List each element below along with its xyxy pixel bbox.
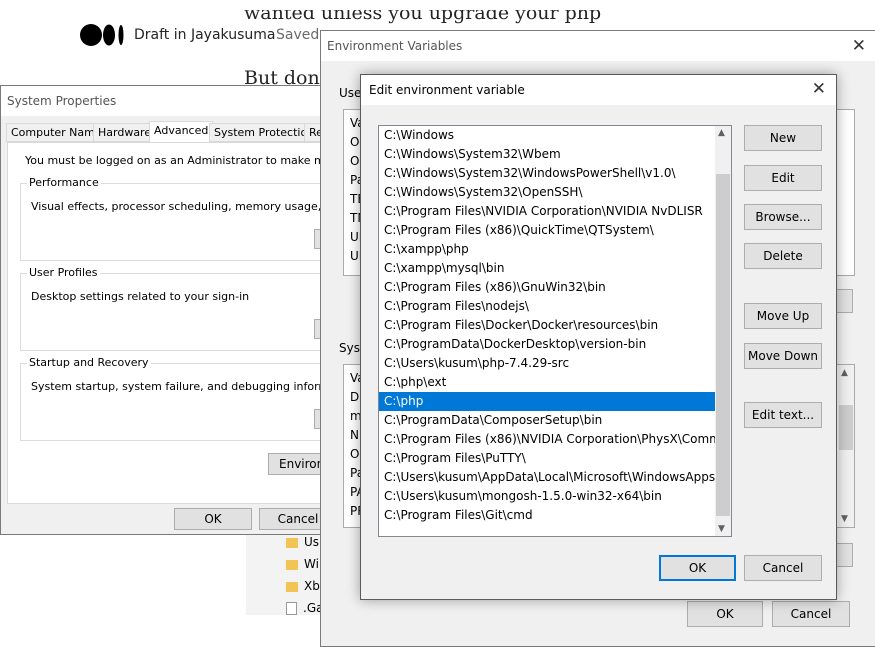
saved-status: Saved <box>276 27 320 43</box>
tab-hardware[interactable]: Hardware <box>93 123 157 142</box>
path-item[interactable]: C:\ProgramData\DockerDesktop\version-bin <box>379 335 731 354</box>
path-item[interactable]: C:\php <box>379 392 731 411</box>
scrollbar[interactable]: ▲ ▼ <box>838 365 854 527</box>
draft-label: Draft in Jayakusuma <box>134 27 276 43</box>
title-bar: Environment Variables ✕ <box>321 31 875 61</box>
system-properties-window: System Properties Computer Name Hardware… <box>0 85 337 535</box>
scroll-up-icon[interactable]: ▲ <box>718 128 725 138</box>
window-title: System Properties <box>7 94 117 108</box>
path-item[interactable]: C:\Program Files\PuTTY\ <box>379 449 731 468</box>
scroll-down-icon[interactable]: ▼ <box>718 524 725 534</box>
edit-button[interactable]: Edit <box>744 165 822 191</box>
new-button[interactable]: New <box>744 125 822 151</box>
cancel-button[interactable]: Cancel <box>772 601 850 627</box>
scroll-thumb[interactable] <box>839 405 853 450</box>
path-item[interactable]: C:\Program Files (x86)\QuickTime\QTSyste… <box>379 221 731 240</box>
startup-recovery-group: Startup and Recovery System startup, sys… <box>20 356 333 441</box>
tab-system-protection[interactable]: System Protection <box>209 123 320 142</box>
folder-icon <box>286 559 298 570</box>
file-item[interactable]: Xb <box>286 579 320 593</box>
path-item[interactable]: C:\Program Files\nodejs\ <box>379 297 731 316</box>
path-item[interactable]: C:\Windows\System32\OpenSSH\ <box>379 183 731 202</box>
edit-environment-variable-dialog: Edit environment variable ✕ C:\Windows C:… <box>360 74 837 600</box>
admin-note: You must be logged on as an Administrato… <box>25 154 332 167</box>
advanced-panel: You must be logged on as an Administrato… <box>7 142 333 504</box>
group-label: User Profiles <box>27 266 100 279</box>
scroll-thumb[interactable] <box>716 174 730 516</box>
path-item[interactable]: C:\Users\kusum\mongosh-1.5.0-win32-x64\b… <box>379 487 731 506</box>
close-icon[interactable]: ✕ <box>852 36 866 56</box>
scroll-up-icon[interactable]: ▲ <box>841 368 848 378</box>
path-list[interactable]: C:\Windows C:\Windows\System32\Wbem C:\Win… <box>378 125 732 537</box>
path-item[interactable]: C:\php\ext <box>379 373 731 392</box>
browse-button[interactable]: Browse... <box>744 204 822 230</box>
path-item[interactable]: C:\xampp\php <box>379 240 731 259</box>
path-item[interactable]: C:\Users\kusum\AppData\Local\Microsoft\W… <box>379 468 731 487</box>
path-item[interactable]: C:\Windows\System32\Wbem <box>379 145 731 164</box>
ok-button[interactable]: OK <box>659 555 736 581</box>
folder-icon <box>286 537 298 548</box>
close-icon[interactable]: ✕ <box>812 79 826 99</box>
tab-advanced[interactable]: Advanced <box>149 121 214 142</box>
move-down-button[interactable]: Move Down <box>744 343 822 369</box>
user-profiles-group: User Profiles Desktop settings related t… <box>20 266 332 351</box>
group-label: Performance <box>27 176 101 189</box>
path-item[interactable]: C:\Windows <box>379 126 731 145</box>
file-icon <box>286 602 297 615</box>
scrollbar[interactable]: ▲ ▼ <box>715 126 731 536</box>
ok-button[interactable]: OK <box>174 508 252 530</box>
title-bar: System Properties <box>1 86 331 116</box>
path-item[interactable]: C:\xampp\mysql\bin <box>379 259 731 278</box>
path-item[interactable]: C:\Program Files\Docker\Docker\resources… <box>379 316 731 335</box>
path-item[interactable]: C:\Program Files\Git\cmd <box>379 506 731 525</box>
file-item[interactable]: .Ga <box>286 601 323 615</box>
group-description: Desktop settings related to your sign-in <box>31 290 250 303</box>
path-item[interactable]: C:\Program Files (x86)\NVIDIA Corporatio… <box>379 430 731 449</box>
ok-button[interactable]: OK <box>687 601 763 627</box>
group-description: System startup, system failure, and debu… <box>31 380 333 393</box>
path-item[interactable]: C:\ProgramData\ComposerSetup\bin <box>379 411 731 430</box>
performance-group: Performance Visual effects, processor sc… <box>20 176 332 261</box>
delete-button[interactable]: Delete <box>744 243 822 269</box>
scroll-down-icon[interactable]: ▼ <box>841 514 848 524</box>
move-up-button[interactable]: Move Up <box>744 303 822 329</box>
cancel-button[interactable]: Cancel <box>744 555 822 581</box>
path-item[interactable]: C:\Users\kusum\php-7.4.29-src <box>379 354 731 373</box>
dialog-title: Edit environment variable <box>369 83 525 97</box>
window-title: Environment Variables <box>327 39 463 53</box>
medium-logo[interactable] <box>80 22 126 48</box>
edit-text-button[interactable]: Edit text... <box>744 402 822 428</box>
file-item[interactable]: Wi <box>286 557 319 571</box>
path-items: C:\Windows C:\Windows\System32\Wbem C:\Win… <box>379 126 731 525</box>
group-description: Visual effects, processor scheduling, me… <box>31 200 332 213</box>
folder-icon <box>286 581 298 592</box>
path-item[interactable]: C:\Windows\System32\WindowsPowerShell\v1… <box>379 164 731 183</box>
path-item[interactable]: C:\Program Files (x86)\GnuWin32\bin <box>379 278 731 297</box>
title-bar: Edit environment variable ✕ <box>361 75 836 105</box>
tab-computer-name[interactable]: Computer Name <box>6 123 107 142</box>
file-item[interactable]: Us <box>286 535 319 549</box>
article-text-line: wanted unless you upgrade your php <box>244 2 602 24</box>
path-item[interactable]: C:\Program Files\NVIDIA Corporation\NVID… <box>379 202 731 221</box>
group-label: Startup and Recovery <box>27 356 151 369</box>
